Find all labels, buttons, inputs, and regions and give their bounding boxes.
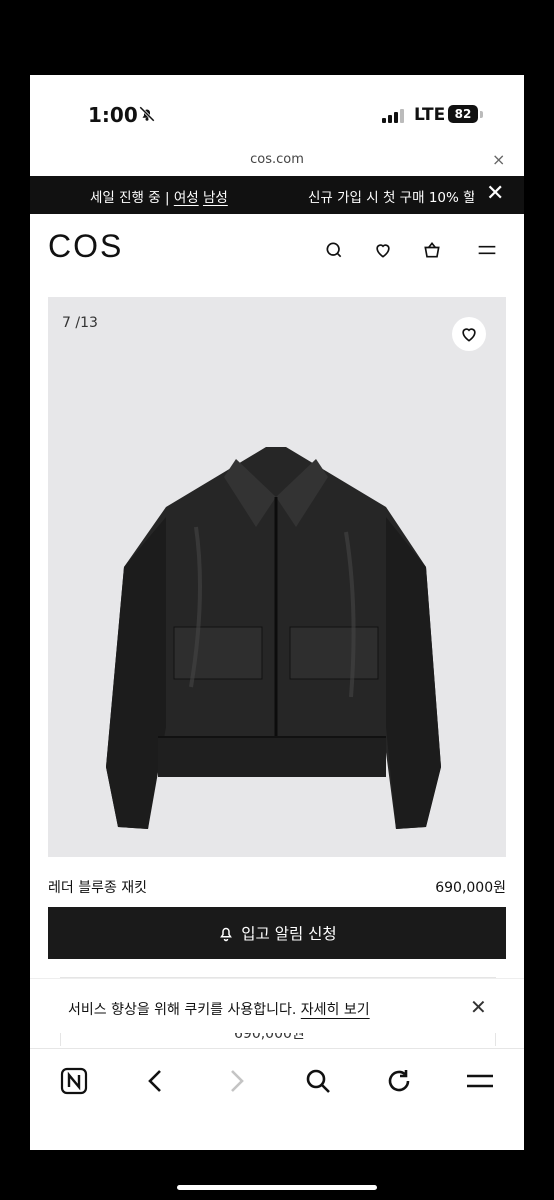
men-link[interactable]: 남성: [203, 190, 228, 206]
battery-icon: 82: [448, 105, 478, 123]
network-label: LTE: [414, 105, 446, 125]
signal-icon: [382, 109, 404, 123]
heart-icon: [462, 328, 476, 342]
menu-icon[interactable]: [465, 1067, 495, 1099]
silent-bell-icon: [138, 105, 156, 127]
restock-notify-button[interactable]: 입고 알림 신청: [48, 907, 506, 959]
home-indicator[interactable]: [177, 1185, 377, 1190]
cookie-close-icon[interactable]: ✕: [470, 995, 487, 1019]
jacket-illustration: [106, 447, 441, 829]
hamburger-menu-icon[interactable]: [477, 240, 497, 264]
cookie-text: 서비스 향상을 위해 쿠키를 사용합니다.: [68, 1002, 297, 1018]
url-bar[interactable]: cos.com ×: [30, 150, 524, 176]
battery-tip: [480, 111, 483, 118]
status-bar: 1:00 LTE 82: [30, 75, 524, 150]
image-counter: 7 /13: [62, 315, 98, 331]
product-price: 690,000원: [435, 880, 506, 896]
search-icon[interactable]: [304, 1067, 332, 1099]
sale-announcement: 세일 진행 중 | 여성 남성: [90, 186, 228, 206]
cookie-message: 서비스 향상을 위해 쿠키를 사용합니다. 자세히 보기: [68, 999, 370, 1019]
search-icon[interactable]: [324, 240, 344, 264]
url-close-icon[interactable]: ×: [492, 150, 505, 169]
reload-icon[interactable]: [385, 1067, 413, 1099]
cookie-details-link[interactable]: 자세히 보기: [301, 1002, 370, 1018]
product-image[interactable]: 7 /13: [48, 297, 506, 857]
clock: 1:00: [88, 103, 138, 127]
favorite-button[interactable]: [452, 317, 486, 351]
announcement-banner: 세일 진행 중 | 여성 남성 신규 가입 시 첫 구매 10% 할인 ✕: [30, 176, 524, 214]
sale-text: 세일 진행 중 |: [90, 190, 174, 206]
close-icon[interactable]: ✕: [486, 181, 504, 206]
naver-icon[interactable]: [60, 1067, 88, 1099]
browser-toolbar: [30, 1048, 524, 1150]
site-header: COS: [30, 214, 524, 284]
bell-icon: [220, 927, 233, 942]
url-text[interactable]: cos.com: [30, 152, 524, 167]
signup-promo[interactable]: 신규 가입 시 첫 구매 10% 할인: [308, 186, 474, 206]
heart-icon[interactable]: [373, 240, 393, 264]
notify-label: 입고 알림 신청: [241, 925, 337, 943]
product-name: 레더 블루종 재킷: [48, 880, 148, 896]
logo[interactable]: COS: [48, 228, 123, 265]
women-link[interactable]: 여성: [174, 190, 199, 206]
cookie-bar: 서비스 향상을 위해 쿠키를 사용합니다. 자세히 보기 ✕: [30, 979, 524, 1033]
back-icon[interactable]: [142, 1067, 170, 1099]
forward-icon: [222, 1067, 250, 1099]
bag-icon[interactable]: [422, 240, 442, 264]
phone-screen: 1:00 LTE 82 cos.com × 세일 진행 중 | 여성 남성 신규…: [30, 75, 524, 1150]
